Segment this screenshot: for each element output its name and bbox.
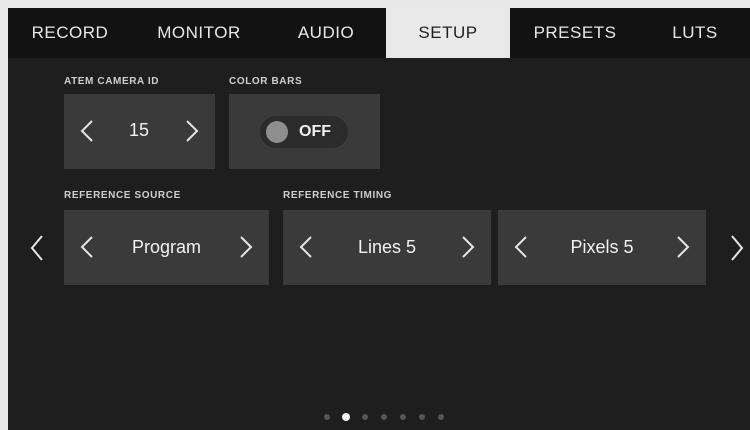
chevron-left-icon[interactable] (293, 227, 321, 267)
reference-source-control: Program (64, 210, 269, 285)
atem-camera-id-label: ATEM CAMERA ID (64, 76, 160, 87)
chevron-right-icon[interactable] (177, 111, 205, 151)
color-bars-label: COLOR BARS (229, 76, 303, 87)
tab-record[interactable]: RECORD (8, 8, 132, 58)
color-bars-state: OFF (299, 123, 331, 140)
page-dot[interactable] (419, 414, 425, 420)
tab-setup[interactable]: SETUP (386, 8, 510, 58)
chevron-left-icon[interactable] (74, 227, 102, 267)
tab-luts[interactable]: LUTS (640, 8, 750, 58)
chevron-left-icon[interactable] (74, 111, 102, 151)
tab-bar: RECORD MONITOR AUDIO SETUP PRESETS LUTS (8, 8, 750, 58)
chevron-right-icon[interactable] (668, 227, 696, 267)
page-dot[interactable] (324, 414, 330, 420)
color-bars-control: OFF (229, 94, 380, 169)
next-page-arrow-icon[interactable] (724, 228, 750, 268)
reference-timing-pixels-value: Pixels 5 (570, 237, 634, 257)
reference-timing-pixels-control: Pixels 5 (498, 210, 706, 285)
page-dot[interactable] (438, 414, 444, 420)
reference-timing-lines-control: Lines 5 (283, 210, 491, 285)
page-dot[interactable] (362, 414, 368, 420)
atem-camera-id-value: 15 (128, 120, 150, 140)
tab-presets[interactable]: PRESETS (510, 8, 640, 58)
toggle-knob (266, 121, 288, 143)
chevron-right-icon[interactable] (453, 227, 481, 267)
atem-camera-id-control: 15 (64, 94, 215, 169)
page-dot[interactable] (400, 414, 406, 420)
reference-source-value: Program (131, 237, 202, 257)
reference-source-label: REFERENCE SOURCE (64, 190, 181, 201)
page-dot-active[interactable] (342, 413, 350, 421)
setup-screen: RECORD MONITOR AUDIO SETUP PRESETS LUTS … (8, 8, 750, 430)
chevron-left-icon[interactable] (508, 227, 536, 267)
chevron-right-icon[interactable] (231, 227, 259, 267)
reference-timing-label: REFERENCE TIMING (283, 190, 393, 201)
tab-monitor[interactable]: MONITOR (132, 8, 266, 58)
color-bars-toggle[interactable]: OFF (260, 116, 348, 148)
previous-page-arrow-icon[interactable] (24, 228, 50, 268)
page-dot[interactable] (381, 414, 387, 420)
tab-audio[interactable]: AUDIO (266, 8, 386, 58)
reference-timing-lines-value: Lines 5 (357, 237, 417, 257)
